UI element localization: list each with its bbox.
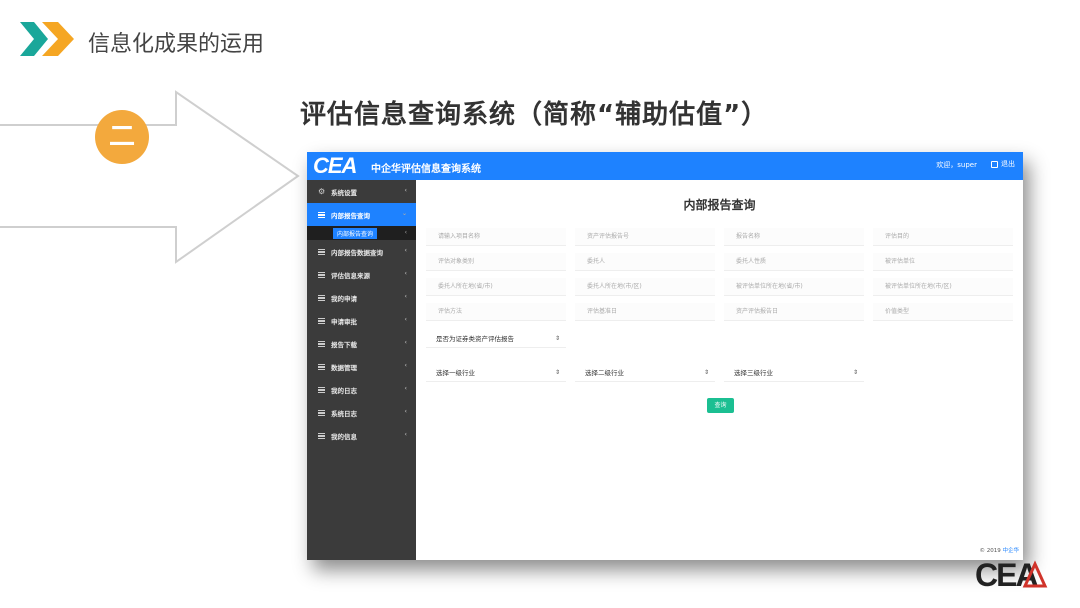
industry-level2-select[interactable]: 选择二级行业 ⇕ xyxy=(575,364,715,382)
logout-label: 退出 xyxy=(1001,160,1015,168)
list-icon xyxy=(318,317,325,324)
unit-city-input[interactable]: 被评估单位所在地(市/区) xyxy=(873,278,1013,296)
list-icon xyxy=(318,363,325,370)
industry-level1-select[interactable]: 选择一级行业 ⇕ xyxy=(426,364,566,382)
sidebar-item-label: 内部报告查询 xyxy=(331,211,370,220)
sidebar-item-system-settings[interactable]: ⚙ 系统设置 ‹ xyxy=(307,180,416,203)
system-title: 评估信息查询系统（简称“辅助估值”） xyxy=(300,100,769,130)
sidebar-item-report-download[interactable]: 报告下载 ‹ xyxy=(307,332,416,355)
sidebar-item-my-applications[interactable]: 我的申请 ‹ xyxy=(307,286,416,309)
app-window: CEA 中企华评估信息查询系统 欢迎，super 退出 ⚙ 系统设置 ‹ 内部报… xyxy=(307,152,1023,560)
sidebar-item-internal-report-data[interactable]: 内部报告数据查询 ‹ xyxy=(307,240,416,263)
chevron-left-icon: ‹ xyxy=(404,293,407,300)
chevron-left-icon: ‹ xyxy=(404,247,407,254)
list-icon xyxy=(318,409,325,416)
app-logo[interactable]: CEA xyxy=(313,154,357,178)
sidebar-item-label: 申请审批 xyxy=(331,317,357,326)
sidebar-item-internal-report-query[interactable]: 内部报告查询 ⌄ xyxy=(307,203,416,226)
sidebar-item-approval[interactable]: 申请审批 ‹ xyxy=(307,309,416,332)
client-city-input[interactable]: 委托人所在地(市/区) xyxy=(575,278,715,296)
sidebar: ⚙ 系统设置 ‹ 内部报告查询 ⌄ 内部报告查询 ‹ 内部报告数据查询 ‹ 评估… xyxy=(307,180,416,560)
user-greeting: 欢迎，super xyxy=(936,161,977,169)
unit-province-input[interactable]: 被评估单位所在地(省/市) xyxy=(724,278,864,296)
main-panel: 内部报告查询 请输入项目名称 资产评估报告号 报告名称 评估目的 评估对象类别 … xyxy=(416,180,1023,560)
select-arrows-icon: ⇕ xyxy=(703,369,709,376)
list-icon xyxy=(318,294,325,301)
list-icon xyxy=(318,271,325,278)
sidebar-item-my-log[interactable]: 我的日志 ‹ xyxy=(307,378,416,401)
app-header: CEA 中企华评估信息查询系统 欢迎，super 退出 xyxy=(307,152,1023,180)
slide-heading: 信息化成果的运用 xyxy=(88,32,265,57)
chevron-left-icon: ‹ xyxy=(404,316,407,323)
evaluation-purpose-input[interactable]: 评估目的 xyxy=(873,228,1013,246)
project-name-input[interactable]: 请输入项目名称 xyxy=(426,228,566,246)
app-name: 中企华评估信息查询系统 xyxy=(371,164,481,175)
chevron-left-icon: ‹ xyxy=(404,431,407,438)
list-icon xyxy=(318,432,325,439)
panel-title: 内部报告查询 xyxy=(683,198,756,212)
evaluated-unit-input[interactable]: 被评估单位 xyxy=(873,253,1013,271)
chevron-left-icon: ‹ xyxy=(404,229,407,236)
chevron-left-icon: ‹ xyxy=(404,339,407,346)
footer-brand-link[interactable]: 中企华 xyxy=(1002,548,1019,554)
select-arrows-icon: ⇕ xyxy=(554,335,560,342)
sidebar-item-label: 报告下载 xyxy=(331,340,357,349)
list-icon xyxy=(318,211,325,218)
logout-icon xyxy=(991,160,998,168)
client-province-input[interactable]: 委托人所在地(省/市) xyxy=(426,278,566,296)
cea-corner-logo: CEA xyxy=(975,557,1048,592)
sidebar-item-label: 系统设置 xyxy=(331,188,357,197)
chevron-down-icon: ⌄ xyxy=(401,210,407,217)
chevron-left-icon: ‹ xyxy=(404,270,407,277)
sidebar-item-info-source[interactable]: 评估信息来源 ‹ xyxy=(307,263,416,286)
chevron-left-icon: ‹ xyxy=(404,362,407,369)
client-input[interactable]: 委托人 xyxy=(575,253,715,271)
sidebar-item-label: 我的申请 xyxy=(331,294,357,303)
select-arrows-icon: ⇕ xyxy=(554,369,560,376)
outline-arrow-icon xyxy=(0,90,300,264)
value-type-input[interactable]: 价值类型 xyxy=(873,303,1013,321)
list-icon xyxy=(318,248,325,255)
select-arrows-icon: ⇕ xyxy=(852,369,858,376)
object-category-input[interactable]: 评估对象类别 xyxy=(426,253,566,271)
gear-icon: ⚙ xyxy=(318,187,326,196)
report-name-input[interactable]: 报告名称 xyxy=(724,228,864,246)
double-chevron-icon xyxy=(20,22,74,56)
industry-level3-select[interactable]: 选择三级行业 ⇕ xyxy=(724,364,864,382)
list-icon xyxy=(318,386,325,393)
sidebar-item-label: 数据管理 xyxy=(331,363,357,372)
sidebar-item-label: 我的日志 xyxy=(331,386,357,395)
base-date-input[interactable]: 评估基准日 xyxy=(575,303,715,321)
logout-link[interactable]: 退出 xyxy=(991,159,1015,169)
securities-report-select-value: 是否为证券类资产评估报告 xyxy=(436,335,514,343)
sidebar-item-data-management[interactable]: 数据管理 ‹ xyxy=(307,355,416,378)
chevron-left-icon: ‹ xyxy=(404,408,407,415)
chevron-left-icon: ‹ xyxy=(404,385,407,392)
sidebar-item-label: 评估信息来源 xyxy=(331,271,370,280)
sidebar-item-my-info[interactable]: 我的信息 ‹ xyxy=(307,424,416,447)
report-number-input[interactable]: 资产评估报告号 xyxy=(575,228,715,246)
evaluation-method-input[interactable]: 评估方法 xyxy=(426,303,566,321)
chevron-left-icon: ‹ xyxy=(404,187,407,194)
industry-level1-value: 选择一级行业 xyxy=(436,369,475,377)
sidebar-subitem-internal-report-query[interactable]: 内部报告查询 ‹ xyxy=(307,226,416,240)
sidebar-item-system-log[interactable]: 系统日志 ‹ xyxy=(307,401,416,424)
query-button[interactable]: 查询 xyxy=(707,398,734,413)
industry-level2-value: 选择二级行业 xyxy=(585,369,624,377)
footer-copyright: © 2019 中企华 xyxy=(979,546,1019,554)
section-number-badge: 二 xyxy=(95,110,149,164)
report-date-input[interactable]: 资产评估报告日 xyxy=(724,303,864,321)
footer-copyright-text: © 2019 xyxy=(979,548,1001,554)
client-nature-input[interactable]: 委托人性质 xyxy=(724,253,864,271)
sidebar-subitem-label: 内部报告查询 xyxy=(333,227,378,239)
securities-report-select[interactable]: 是否为证券类资产评估报告 ⇕ xyxy=(426,330,566,348)
sidebar-item-label: 我的信息 xyxy=(331,432,357,441)
sidebar-item-label: 内部报告数据查询 xyxy=(331,248,383,257)
industry-level3-value: 选择三级行业 xyxy=(734,369,773,377)
list-icon xyxy=(318,340,325,347)
sidebar-item-label: 系统日志 xyxy=(331,409,357,418)
